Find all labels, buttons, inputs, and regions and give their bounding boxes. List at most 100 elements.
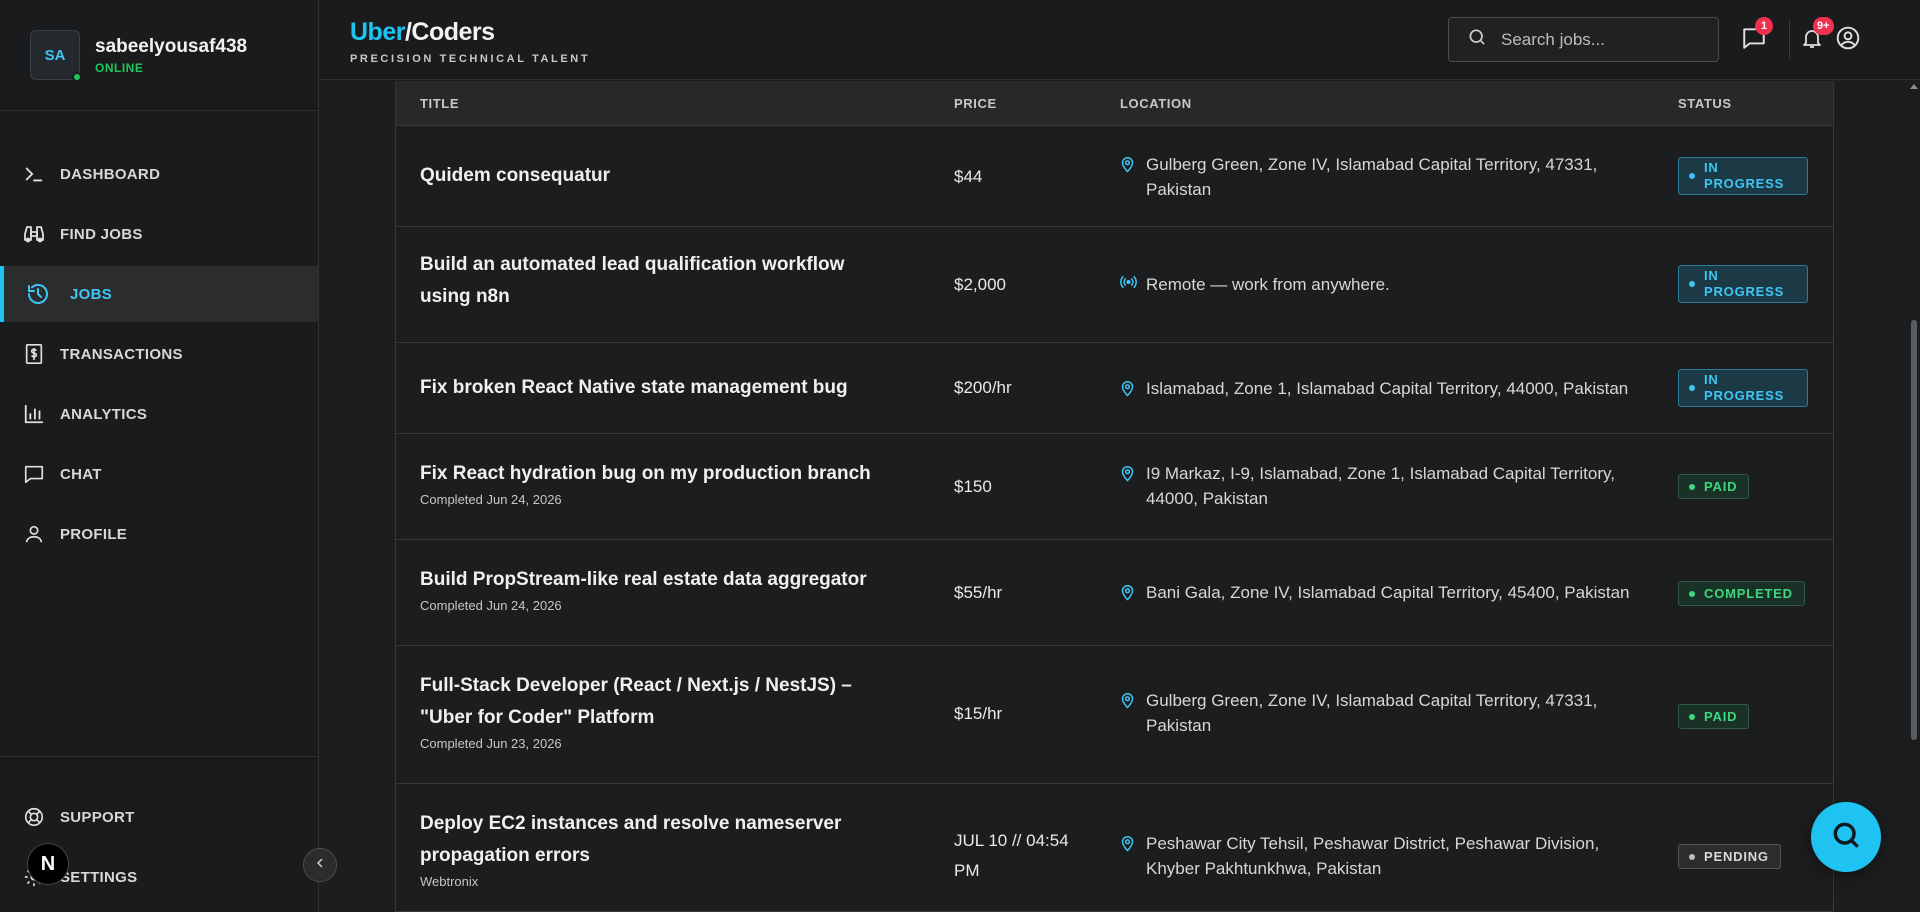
job-subtitle: Completed Jun 24, 2026 xyxy=(420,598,562,613)
job-title[interactable]: Fix broken React Native state management… xyxy=(420,372,890,404)
status-dot xyxy=(1689,385,1695,391)
next-dev-badge[interactable]: N xyxy=(27,843,69,885)
brand-logo[interactable]: Uber/Coders PRECISION TECHNICAL TALENT xyxy=(350,18,590,65)
main-nav: DASHBOARD FIND JOBS JOBS TRANSACTIONS AN… xyxy=(0,146,318,562)
search-icon xyxy=(1467,27,1487,52)
job-price: $2,000 xyxy=(954,275,1006,294)
brand-accent: Uber xyxy=(350,18,405,46)
location-text: Remote — work from anywhere. xyxy=(1146,275,1390,294)
map-pin-icon xyxy=(1120,834,1138,881)
status-text: IN PROGRESS xyxy=(1704,372,1785,403)
location-text: Bani Gala, Zone IV, Islamabad Capital Te… xyxy=(1146,583,1630,602)
status-text: COMPLETED xyxy=(1704,586,1793,601)
sidebar-item-chat[interactable]: CHAT xyxy=(0,446,318,502)
scroll-up-arrow[interactable] xyxy=(1910,84,1918,89)
status-dot xyxy=(1689,590,1695,597)
job-location: Islamabad, Zone 1, Islamabad Capital Ter… xyxy=(1120,376,1640,402)
collapse-sidebar-button[interactable] xyxy=(303,848,337,882)
broadcast-icon xyxy=(1120,275,1138,297)
sidebar-item-dashboard[interactable]: DASHBOARD xyxy=(0,146,318,202)
table-row[interactable]: Full-Stack Developer (React / Next.js / … xyxy=(396,646,1833,784)
status-dot xyxy=(1689,281,1695,287)
history-icon xyxy=(26,282,50,306)
sidebar-item-transactions[interactable]: TRANSACTIONS xyxy=(0,326,318,382)
job-title[interactable]: Build PropStream-like real estate data a… xyxy=(420,564,890,596)
location-text: Gulberg Green, Zone IV, Islamabad Capita… xyxy=(1146,691,1598,735)
job-price: $55/hr xyxy=(954,583,1003,602)
status-text: PAID xyxy=(1704,709,1738,724)
status-text: PAID xyxy=(1704,479,1738,494)
table-row[interactable]: Quidem consequatur $44 Gulberg Green, Zo… xyxy=(396,126,1833,227)
job-price: JUL 10 // 04:54 PM xyxy=(954,831,1069,880)
location-text: Peshawar City Tehsil, Peshawar District,… xyxy=(1146,834,1600,878)
scrollbar-thumb[interactable] xyxy=(1911,320,1917,740)
user-status: ONLINE xyxy=(95,60,144,75)
status-dot xyxy=(1689,173,1695,179)
sidebar-item-analytics[interactable]: ANALYTICS xyxy=(0,386,318,442)
sidebar-item-label: DASHBOARD xyxy=(60,165,161,183)
status-text: IN PROGRESS xyxy=(1704,160,1785,191)
page-scrollbar[interactable] xyxy=(1908,80,1920,912)
location-text: I9 Markaz, I-9, Islamabad, Zone 1, Islam… xyxy=(1146,464,1615,508)
sidebar-item-find-jobs[interactable]: FIND JOBS xyxy=(0,206,318,262)
sidebar: SA sabeelyousaf438 ONLINE DASHBOARD FIND… xyxy=(0,0,319,912)
table-row[interactable]: Deploy EC2 instances and resolve nameser… xyxy=(396,784,1833,911)
status-badge: IN PROGRESS xyxy=(1678,369,1808,407)
column-header-title[interactable]: TITLE xyxy=(420,96,459,111)
sidebar-item-profile[interactable]: PROFILE xyxy=(0,506,318,562)
messages-badge: 1 xyxy=(1755,17,1773,35)
status-badge: COMPLETED xyxy=(1678,581,1805,606)
job-title[interactable]: Quidem consequatur xyxy=(420,160,890,192)
search-fab-button[interactable] xyxy=(1811,802,1881,872)
table-row[interactable]: Build an automated lead qualification wo… xyxy=(396,227,1833,343)
column-header-price[interactable]: PRICE xyxy=(954,96,997,111)
column-header-status[interactable]: STATUS xyxy=(1678,96,1732,111)
search-input[interactable]: Search jobs... xyxy=(1448,17,1719,62)
status-text: IN PROGRESS xyxy=(1704,268,1785,299)
map-pin-icon xyxy=(1120,691,1138,738)
job-location: I9 Markaz, I-9, Islamabad, Zone 1, Islam… xyxy=(1120,461,1640,511)
bar-chart-icon xyxy=(22,402,46,426)
chat-icon xyxy=(22,462,46,486)
map-pin-icon xyxy=(1120,155,1138,202)
notifications-button[interactable]: 9+ xyxy=(1798,17,1834,54)
notifications-badge: 9+ xyxy=(1813,17,1834,35)
brand-tagline: PRECISION TECHNICAL TALENT xyxy=(350,53,591,65)
receipt-dollar-icon xyxy=(22,342,46,366)
job-title[interactable]: Deploy EC2 instances and resolve nameser… xyxy=(420,808,890,872)
status-badge: IN PROGRESS xyxy=(1678,157,1808,195)
messages-button[interactable]: 1 xyxy=(1740,17,1773,54)
job-title[interactable]: Fix React hydration bug on my production… xyxy=(420,458,890,490)
avatar-initials: SA xyxy=(44,46,66,64)
lifebuoy-icon xyxy=(22,805,46,829)
job-title[interactable]: Build an automated lead qualification wo… xyxy=(420,249,890,313)
map-pin-icon xyxy=(1120,583,1138,606)
table-row[interactable]: Fix broken React Native state management… xyxy=(396,343,1833,434)
sidebar-item-support[interactable]: SUPPORT xyxy=(0,787,318,847)
job-price: $200/hr xyxy=(954,378,1012,397)
binoculars-icon xyxy=(22,222,46,246)
chevron-left-icon xyxy=(314,856,326,874)
location-text: Gulberg Green, Zone IV, Islamabad Capita… xyxy=(1146,155,1598,199)
status-dot xyxy=(1689,853,1695,860)
job-location: Peshawar City Tehsil, Peshawar District,… xyxy=(1120,831,1640,881)
header-divider xyxy=(1789,20,1790,58)
terminal-icon xyxy=(22,162,46,186)
column-header-location[interactable]: LOCATION xyxy=(1120,96,1192,111)
sidebar-item-label: ANALYTICS xyxy=(60,405,148,423)
table-row[interactable]: Build PropStream-like real estate data a… xyxy=(396,540,1833,646)
avatar[interactable]: SA xyxy=(30,30,82,82)
username: sabeelyousaf438 xyxy=(95,35,248,57)
job-location: Remote — work from anywhere. xyxy=(1120,272,1640,297)
sidebar-item-jobs[interactable]: JOBS xyxy=(0,266,318,322)
sidebar-item-label: CHAT xyxy=(60,465,102,483)
sidebar-item-label: JOBS xyxy=(70,285,113,303)
table-row[interactable]: Fix React hydration bug on my production… xyxy=(396,434,1833,540)
account-button[interactable] xyxy=(1834,26,1862,54)
location-text: Islamabad, Zone 1, Islamabad Capital Ter… xyxy=(1146,379,1629,398)
sidebar-item-label: PROFILE xyxy=(60,525,128,543)
job-location: Bani Gala, Zone IV, Islamabad Capital Te… xyxy=(1120,580,1640,606)
user-block[interactable]: SA sabeelyousaf438 ONLINE xyxy=(0,0,318,111)
job-title[interactable]: Full-Stack Developer (React / Next.js / … xyxy=(420,670,890,734)
table-header: TITLE PRICE LOCATION STATUS xyxy=(396,81,1833,126)
